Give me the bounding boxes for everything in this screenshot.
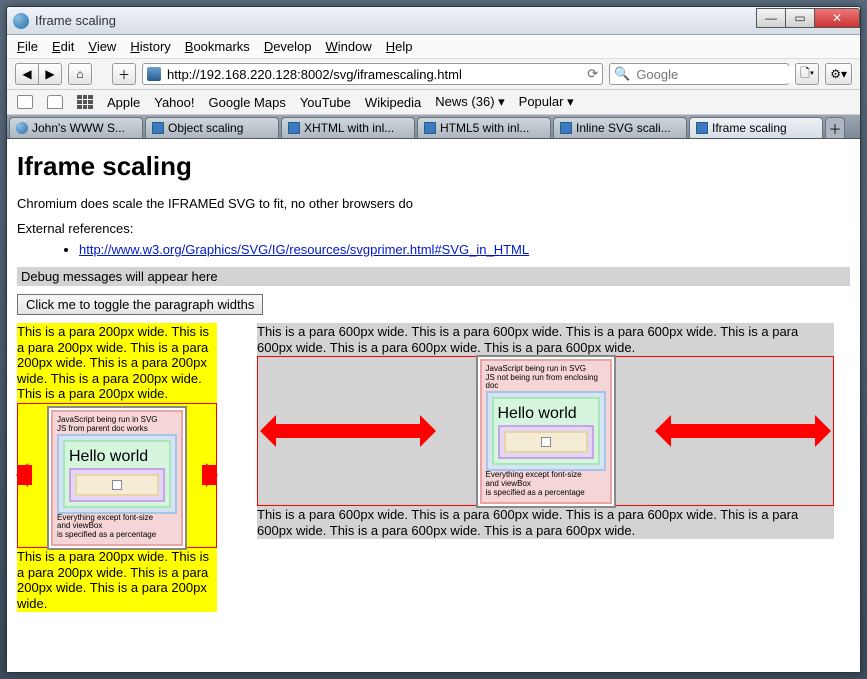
- svg-hello: Hello world: [69, 448, 165, 466]
- tabbar: John's WWW S... Object scaling XHTML wit…: [7, 115, 860, 139]
- close-button[interactable]: ✕: [814, 8, 860, 28]
- tab-label: XHTML with inl...: [304, 121, 394, 135]
- tab-4[interactable]: Inline SVG scali...: [553, 117, 687, 138]
- titlebar: Iframe scaling — ▭ ✕: [7, 7, 860, 35]
- menu-develop[interactable]: Develop: [264, 39, 312, 54]
- svg-text: is specified as a percentage: [486, 489, 606, 498]
- svg-hello: Hello world: [498, 405, 594, 423]
- forward-button[interactable]: ▶: [38, 63, 62, 85]
- favicon: [696, 122, 708, 134]
- iframe-200: JavaScript being run in SVG JS from pare…: [17, 403, 217, 548]
- arrow-left-icon: [268, 424, 428, 438]
- bookmarks-bar: Apple Yahoo! Google Maps YouTube Wikiped…: [7, 90, 860, 115]
- tab-label: Inline SVG scali...: [576, 121, 671, 135]
- svg-content: JavaScript being run in SVG JS from pare…: [47, 406, 187, 550]
- column-200: This is a para 200px wide. This is a par…: [17, 323, 217, 612]
- site-icon: [147, 67, 161, 81]
- svg-text: JS from parent doc works: [57, 425, 177, 434]
- iframe-600: JavaScript being run in SVG JS not being…: [257, 356, 834, 506]
- favicon: [16, 122, 28, 134]
- refs-label: External references:: [17, 221, 850, 236]
- toggle-widths-button[interactable]: Click me to toggle the paragraph widths: [17, 294, 263, 315]
- page-menu-button[interactable]: 🗋▾: [795, 63, 819, 85]
- bookmark-news[interactable]: News (36) ▾: [435, 94, 504, 110]
- new-tab-button[interactable]: ＋: [825, 117, 845, 138]
- reference-link[interactable]: http://www.w3.org/Graphics/SVG/IG/resour…: [79, 242, 529, 257]
- intro-text: Chromium does scale the IFRAMEd SVG to f…: [17, 196, 850, 211]
- bookmark-popular[interactable]: Popular ▾: [519, 94, 574, 110]
- url-bar[interactable]: ⟳: [142, 63, 603, 85]
- tab-label: Object scaling: [168, 121, 243, 135]
- tab-label: John's WWW S...: [32, 121, 125, 135]
- toolbar: ◀ ▶ ⌂ ＋ ⟳ 🔍 🗋▾ ⚙▾: [7, 59, 860, 90]
- page-content: Iframe scaling Chromium does scale the I…: [7, 139, 860, 672]
- add-bookmark-button[interactable]: ＋: [112, 63, 136, 85]
- maximize-button[interactable]: ▭: [785, 8, 815, 28]
- bookmark-apple[interactable]: Apple: [107, 95, 140, 110]
- tab-2[interactable]: XHTML with inl...: [281, 117, 415, 138]
- tab-5[interactable]: Iframe scaling: [689, 117, 823, 138]
- para-600-bottom: This is a para 600px wide. This is a par…: [257, 506, 834, 539]
- menu-help[interactable]: Help: [386, 39, 413, 54]
- top-sites-icon[interactable]: [77, 95, 93, 109]
- favicon: [152, 122, 164, 134]
- reload-icon[interactable]: ⟳: [587, 66, 598, 82]
- search-bar[interactable]: 🔍: [609, 63, 789, 85]
- minimize-button[interactable]: —: [756, 8, 786, 28]
- settings-button[interactable]: ⚙▾: [825, 63, 852, 85]
- favicon: [424, 122, 436, 134]
- search-input[interactable]: [634, 66, 814, 83]
- home-button[interactable]: ⌂: [68, 63, 92, 85]
- column-600: This is a para 600px wide. This is a par…: [257, 323, 834, 539]
- tab-label: Iframe scaling: [712, 121, 787, 135]
- app-icon: [13, 13, 29, 29]
- menu-bookmarks[interactable]: Bookmarks: [185, 39, 250, 54]
- search-icon: 🔍: [614, 66, 630, 82]
- bookmark-gmaps[interactable]: Google Maps: [209, 95, 286, 110]
- bookmark-wikipedia[interactable]: Wikipedia: [365, 95, 421, 110]
- tab-1[interactable]: Object scaling: [145, 117, 279, 138]
- tab-0[interactable]: John's WWW S...: [9, 117, 143, 138]
- menu-edit[interactable]: Edit: [52, 39, 74, 54]
- bookmark-youtube[interactable]: YouTube: [300, 95, 351, 110]
- svg-text: is specified as a percentage: [57, 531, 177, 540]
- menu-history[interactable]: History: [130, 39, 170, 54]
- menubar: File Edit View History Bookmarks Develop…: [7, 35, 860, 59]
- tab-3[interactable]: HTML5 with inl...: [417, 117, 551, 138]
- para-600-top: This is a para 600px wide. This is a par…: [257, 323, 834, 356]
- para-200-bottom: This is a para 200px wide. This is a par…: [17, 548, 217, 612]
- favicon: [560, 122, 572, 134]
- para-200-top: This is a para 200px wide. This is a par…: [17, 323, 217, 403]
- arrow-right-icon: [663, 424, 823, 438]
- menu-file[interactable]: File: [17, 39, 38, 54]
- back-button[interactable]: ◀: [15, 63, 39, 85]
- debug-bar: Debug messages will appear here: [17, 267, 850, 286]
- menu-window[interactable]: Window: [326, 39, 372, 54]
- favicon: [288, 122, 300, 134]
- arrow-left-icon: [18, 465, 32, 485]
- menu-view[interactable]: View: [88, 39, 116, 54]
- tab-label: HTML5 with inl...: [440, 121, 529, 135]
- arrow-right-icon: [202, 465, 216, 485]
- bookmark-yahoo[interactable]: Yahoo!: [154, 95, 194, 110]
- svg-content: JavaScript being run in SVG JS not being…: [476, 355, 616, 508]
- show-bookmarks-icon[interactable]: [17, 95, 33, 109]
- reading-list-icon[interactable]: [47, 95, 63, 109]
- window-title: Iframe scaling: [35, 13, 757, 28]
- page-heading: Iframe scaling: [17, 151, 850, 182]
- svg-text: JS not being run from enclosing doc: [486, 374, 606, 392]
- url-input[interactable]: [165, 66, 583, 83]
